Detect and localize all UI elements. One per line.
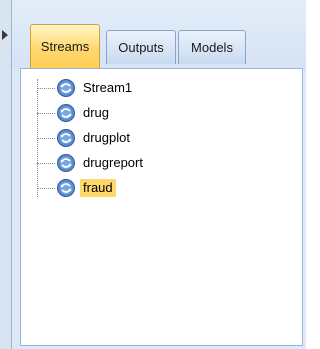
tree-connector	[37, 87, 55, 89]
manager-panel: Streams Outputs Models Stream1 drug drug…	[11, 0, 306, 349]
panel-resize-grip[interactable]	[0, 0, 11, 349]
stream-icon	[57, 79, 75, 97]
tree-item-label-selected: fraud	[80, 179, 116, 197]
streams-tree[interactable]: Stream1 drug drugplot drugreport fraud	[20, 68, 303, 346]
stream-icon	[57, 104, 75, 122]
stream-icon	[57, 179, 75, 197]
stream-icon	[57, 154, 75, 172]
tab-strip: Streams Outputs Models	[12, 0, 306, 70]
tree-item-label: drugplot	[83, 130, 130, 145]
tree-item-drug[interactable]: drug	[37, 102, 112, 124]
tree-connector	[37, 162, 55, 164]
tree-item-drugreport[interactable]: drugreport	[37, 152, 146, 174]
tab-models[interactable]: Models	[178, 30, 246, 64]
stream-icon	[57, 129, 75, 147]
tree-item-fraud[interactable]: fraud	[37, 177, 116, 199]
tree-connector	[37, 187, 55, 189]
tab-outputs[interactable]: Outputs	[106, 30, 176, 64]
tree-item-stream1[interactable]: Stream1	[37, 77, 135, 99]
tree-item-label: drug	[83, 105, 110, 120]
tab-streams[interactable]: Streams	[30, 24, 100, 68]
tree-item-label: drugreport	[83, 155, 143, 170]
tree-connector	[37, 137, 55, 139]
tree-item-drugplot[interactable]: drugplot	[37, 127, 133, 149]
tree-connector	[37, 112, 55, 114]
collapse-arrow-icon[interactable]	[2, 30, 8, 40]
tree-item-label: Stream1	[83, 80, 133, 95]
